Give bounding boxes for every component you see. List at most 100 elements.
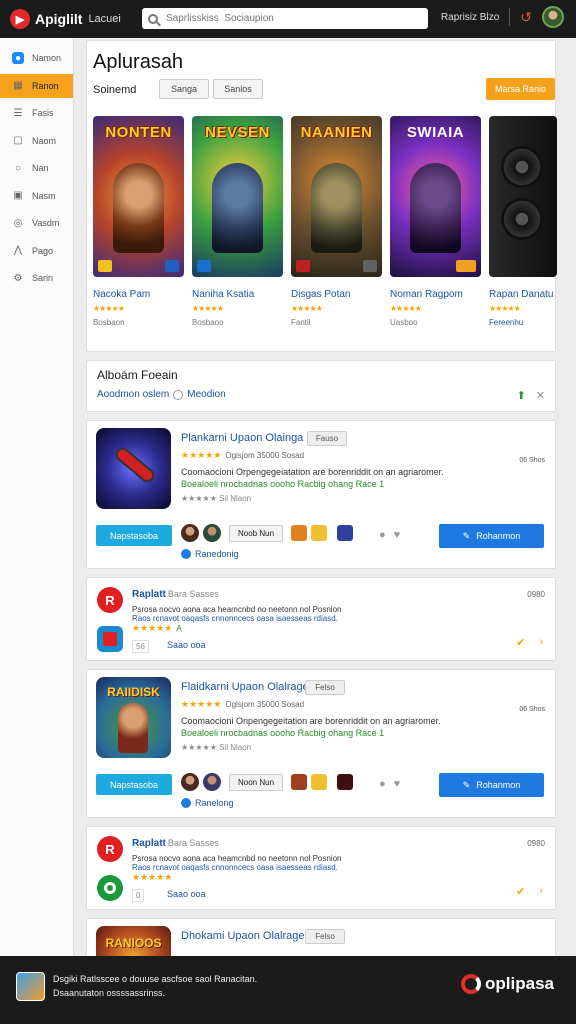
list-icon: ☰ [13,107,23,119]
game-cover-image[interactable]: NONTEN [93,116,184,277]
sidebar-item-messages[interactable]: ▢ Naom [0,129,73,153]
app-title[interactable]: Flaidkarni Upaon Olalrage [181,681,309,693]
info-icon[interactable]: ● [379,778,386,790]
notification-icon[interactable]: ↺ [520,9,532,26]
game-card[interactable]: SWIAIA Noman Ragpom ★★★★★ Uasboo [390,116,481,327]
sidebar-item-settings[interactable]: ⚙ Sarin [0,266,73,290]
game-cover-image[interactable]: NEVSEN [192,116,283,277]
footer-logo[interactable]: oplipasa [461,974,554,994]
game-icon[interactable] [311,774,328,790]
character-figure [113,163,164,253]
participant-pill[interactable]: Noob Nun [229,524,284,542]
chart-icon: ⋀ [13,245,23,256]
app-title[interactable]: Dhokami Upaon Olalrage [181,930,305,942]
sidebar-item-ranked[interactable]: ▦ Ranon [0,73,73,98]
footer-brand: oplipasa [485,974,554,993]
arrow-right-icon[interactable]: › [539,636,543,649]
avatar[interactable] [181,773,199,791]
sub-link[interactable]: Ranedonig [181,549,239,559]
app-date: 06 Shos [519,706,545,713]
arrow-right-icon[interactable]: › [539,885,543,898]
game-card[interactable]: Rapan Danatu ★★★★★ Fereenhu [489,116,557,327]
game-cover-image[interactable]: SWIAIA [390,116,481,277]
sub-link[interactable]: Ranelong [181,798,234,808]
app-listing-card: RAIIDISK Flaidkarni Upaon Olalrage Felso… [86,669,556,818]
search-input[interactable] [166,13,406,24]
app-description-secondary: Raos rcnavot oaqasfs cnnonncecs oasa isa… [132,614,338,623]
sidebar-item-home[interactable]: ● Namon [0,46,73,70]
game-name[interactable]: Rapan Danatu [489,289,557,300]
sidebar-item-globe[interactable]: ◎ Vasdm [0,211,73,235]
participants-row: Noon Nun [181,773,354,791]
speaker-graphic [501,146,543,188]
game-icon[interactable] [337,774,354,790]
game-card[interactable]: NONTEN Nacoka Pam ★★★★★ Bosbaon [93,116,184,327]
upload-icon[interactable]: ⬆ [517,389,526,402]
app-title[interactable]: Raplatt Bara Sasses [132,589,219,600]
app-title[interactable]: Raplatt Bara Sasses [132,838,219,849]
badge-icon [363,260,377,272]
sidebar-item-label: Sarin [32,273,54,283]
game-cover-image[interactable]: NAANIEN [291,116,382,277]
app-thumbnail[interactable]: RAIIDISK [96,677,171,758]
edit-icon: ✎ [462,530,471,541]
filter-pill-2[interactable]: Sanios [213,79,263,99]
primary-button[interactable]: ✎ Rohanmon [439,773,544,797]
secondary-button[interactable]: Napstasoba [96,774,172,795]
app-logo-icon[interactable]: R [97,836,123,862]
check-icon[interactable]: ✔ [516,636,525,649]
avatar[interactable] [203,773,221,791]
participant-pill[interactable]: Noon Nun [229,773,284,791]
search-bar[interactable] [142,8,428,29]
game-name[interactable]: Naniha Ksatia [192,289,283,300]
card-actions: ● ♥ [379,778,400,790]
game-card[interactable]: NAANIEN Disgas Potan ★★★★★ Fantil [291,116,382,327]
game-icon[interactable] [291,774,308,790]
more-button[interactable]: Marsa Ranio [486,78,555,100]
sidebar-item-label: Naom [32,135,57,146]
app-thumbnail[interactable] [96,428,171,509]
app-secondary-icon[interactable] [97,626,123,652]
filter-pill-1[interactable]: Sanga [159,79,209,99]
app-title[interactable]: Plankarni Upaon Olainga [181,432,303,444]
radio-icon[interactable] [173,389,184,400]
game-icon[interactable] [291,525,308,541]
game-name[interactable]: Nacoka Pam [93,289,184,300]
app-description-secondary: Boealoeli nrocbadnas oooho Racbig ohang … [181,479,385,489]
divider [509,8,511,26]
avatar[interactable] [181,524,199,542]
sidebar-item-label: Nan [32,163,49,173]
app-tag: Fauso [307,431,347,446]
game-card[interactable]: NEVSEN Naniha Ksatia ★★★★★ Bosbaoo [192,116,283,327]
footer-thumbnail[interactable] [16,972,45,1001]
price-label: Saao ooa [167,640,206,650]
user-avatar[interactable] [542,6,564,28]
expand-icon[interactable]: ✕ [536,389,545,402]
tab-link-2[interactable]: Meodion [187,389,225,400]
avatar[interactable] [203,524,221,542]
game-name[interactable]: Disgas Potan [291,289,382,300]
game-name[interactable]: Noman Ragpom [390,289,481,300]
sidebar-item-chart[interactable]: ⋀ Pago [0,239,73,263]
secondary-button[interactable]: Napstasoba [96,525,172,546]
heart-icon[interactable]: ♥ [394,529,401,541]
user-label[interactable]: Raprisiz Blzo [441,12,499,23]
app-secondary-icon[interactable] [97,875,123,901]
info-icon[interactable]: ● [379,529,386,541]
primary-button[interactable]: ✎ Rohanmon [439,524,544,548]
tab-link-1[interactable]: Aoodmon oslem [97,389,169,400]
character-figure [410,163,461,253]
game-icon[interactable] [311,525,328,541]
sidebar-item-list[interactable]: ☰ Fasis [0,101,73,125]
brand-name[interactable]: Apiglilt [35,11,82,27]
check-icon[interactable]: ✔ [516,885,525,898]
game-icon[interactable] [337,525,354,541]
footer-line-2: Dsaanutaton ossssassrinss. [53,988,166,998]
heart-icon[interactable]: ♥ [394,778,401,790]
sidebar-item-window[interactable]: ▣ Nasm [0,184,73,208]
app-logo-icon[interactable]: ▶ [10,9,30,29]
game-cover-image[interactable] [489,116,557,277]
app-logo-icon[interactable]: R [97,587,123,613]
sidebar-item-search[interactable]: ○ Nan [0,156,73,180]
card-actions: ✔ › [516,885,543,898]
